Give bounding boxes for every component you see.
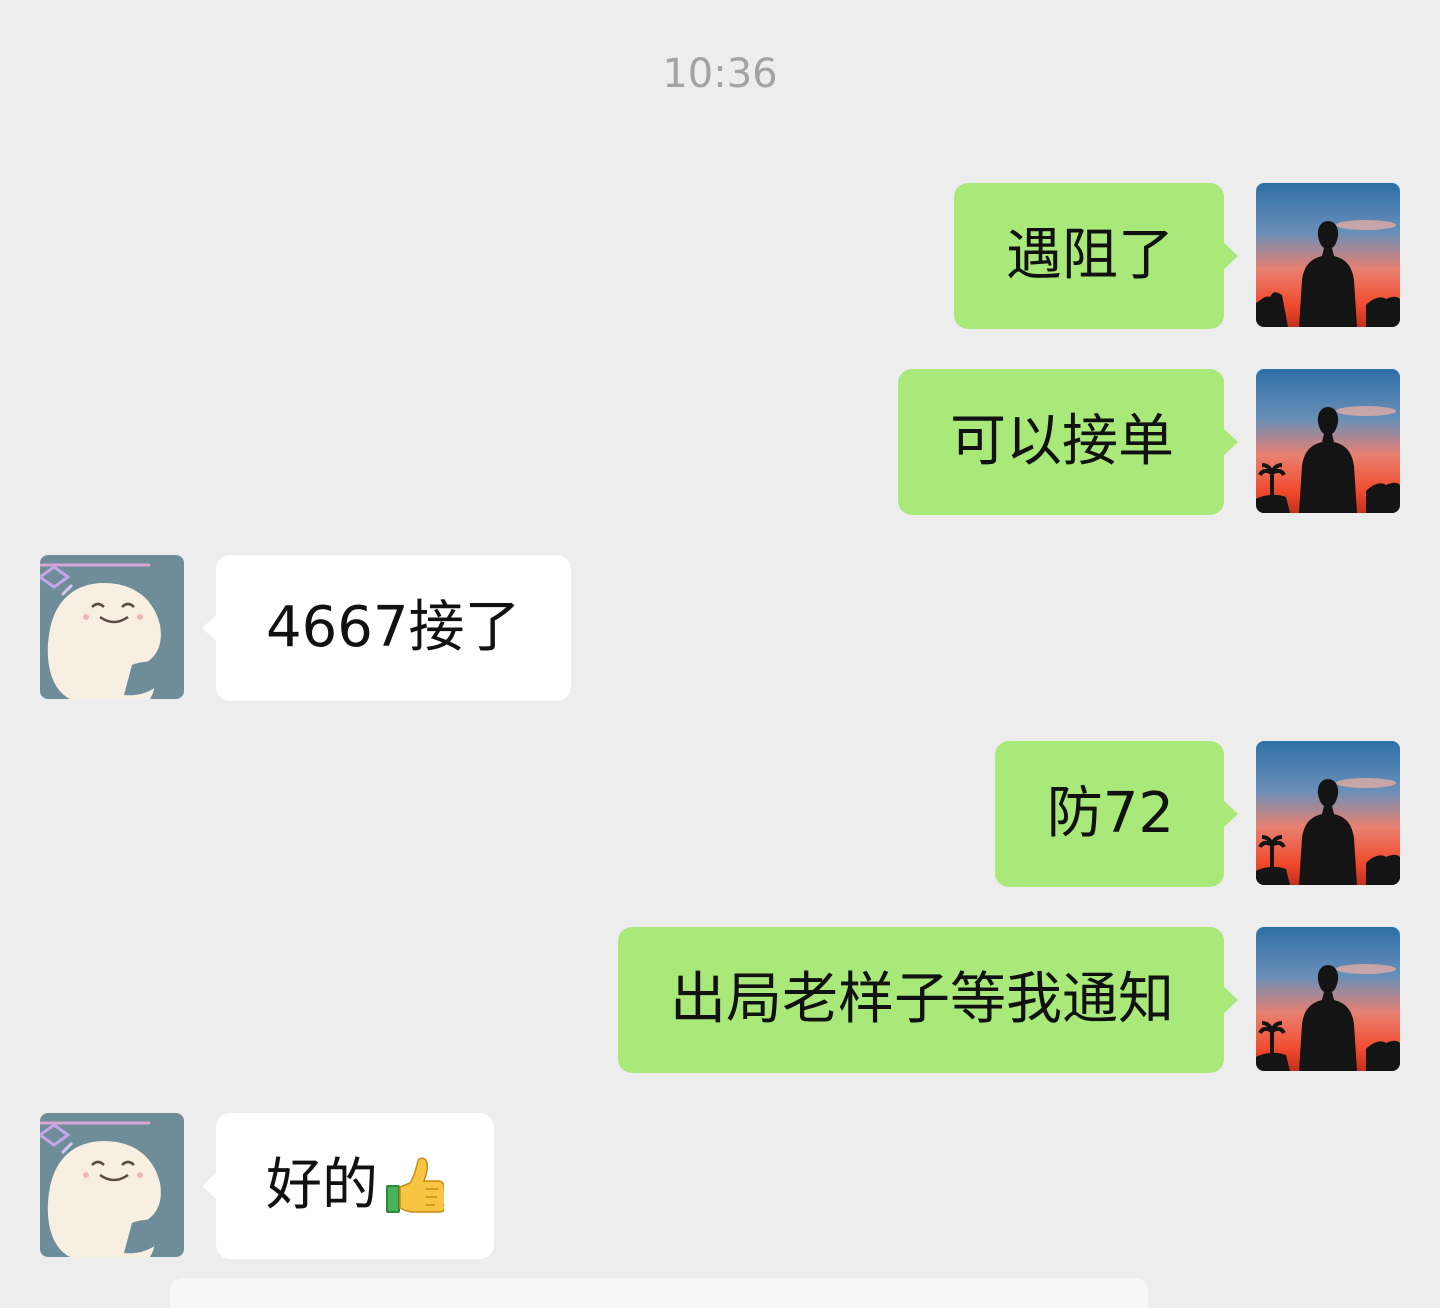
user-avatar[interactable] xyxy=(1256,183,1400,327)
message-row: 4667接了 xyxy=(0,555,1440,701)
message-text: 好的 xyxy=(266,1153,378,1218)
message-row: 好的 xyxy=(0,1113,1440,1259)
sunset-silhouette-icon xyxy=(1256,927,1400,1071)
message-bubble-outgoing[interactable]: 防72 xyxy=(994,741,1239,887)
message-row: 可以接单 xyxy=(0,369,1440,515)
sunset-silhouette-icon xyxy=(1256,183,1400,327)
message-row: 防72 xyxy=(0,741,1440,887)
input-bar-edge xyxy=(170,1278,1148,1308)
message-bubble-outgoing[interactable]: 出局老样子等我通知 xyxy=(618,927,1238,1073)
user-avatar[interactable] xyxy=(1256,741,1400,885)
cartoon-creature-icon xyxy=(40,555,184,699)
sunset-silhouette-icon xyxy=(1256,369,1400,513)
sunset-silhouette-icon xyxy=(1256,741,1400,885)
contact-avatar[interactable] xyxy=(40,555,184,699)
thumbs-up-icon xyxy=(382,1155,448,1217)
chat-timestamp: 10:36 xyxy=(662,51,778,97)
message-bubble-outgoing[interactable]: 遇阻了 xyxy=(954,183,1238,329)
message-bubble-incoming[interactable]: 4667接了 xyxy=(202,555,571,701)
cartoon-creature-icon xyxy=(40,1113,184,1257)
contact-avatar[interactable] xyxy=(40,1113,184,1257)
user-avatar[interactable] xyxy=(1256,369,1400,513)
message-bubble-outgoing[interactable]: 可以接单 xyxy=(898,369,1238,515)
message-row: 遇阻了 xyxy=(0,183,1440,329)
message-row: 出局老样子等我通知 xyxy=(0,927,1440,1073)
message-bubble-incoming[interactable]: 好的 xyxy=(202,1113,494,1259)
user-avatar[interactable] xyxy=(1256,927,1400,1071)
